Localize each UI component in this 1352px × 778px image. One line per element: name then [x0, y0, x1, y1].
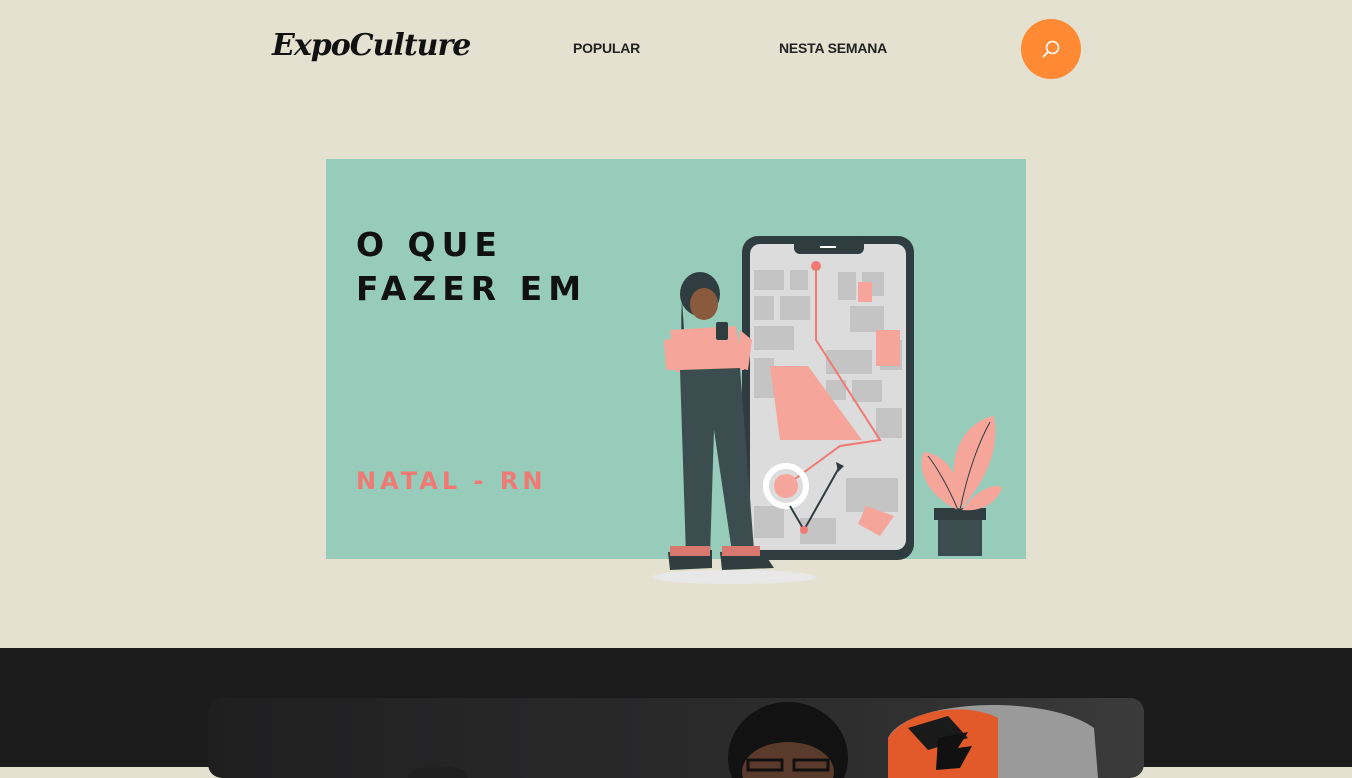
- nav-popular[interactable]: POPULAR: [573, 40, 640, 56]
- woman-with-phone-map-illustration: [652, 236, 1002, 584]
- site-header: ExpoCulture POPULAR NESTA SEMANA: [0, 0, 1352, 100]
- featured-section: [0, 648, 1352, 778]
- search-icon: [1042, 40, 1060, 58]
- hero-title-line1: O QUE: [356, 225, 503, 264]
- search-button[interactable]: [1021, 19, 1081, 79]
- people-photo: [408, 702, 1098, 778]
- hero-city: NATAL - RN: [356, 467, 547, 495]
- logo[interactable]: ExpoCulture: [272, 26, 471, 66]
- nav-this-week[interactable]: NESTA SEMANA: [779, 40, 887, 56]
- hero-title-line2: FAZER EM: [356, 269, 588, 308]
- people-photo-thumbnail[interactable]: [208, 698, 1144, 778]
- hero-title: O QUE FAZER EM: [356, 223, 616, 311]
